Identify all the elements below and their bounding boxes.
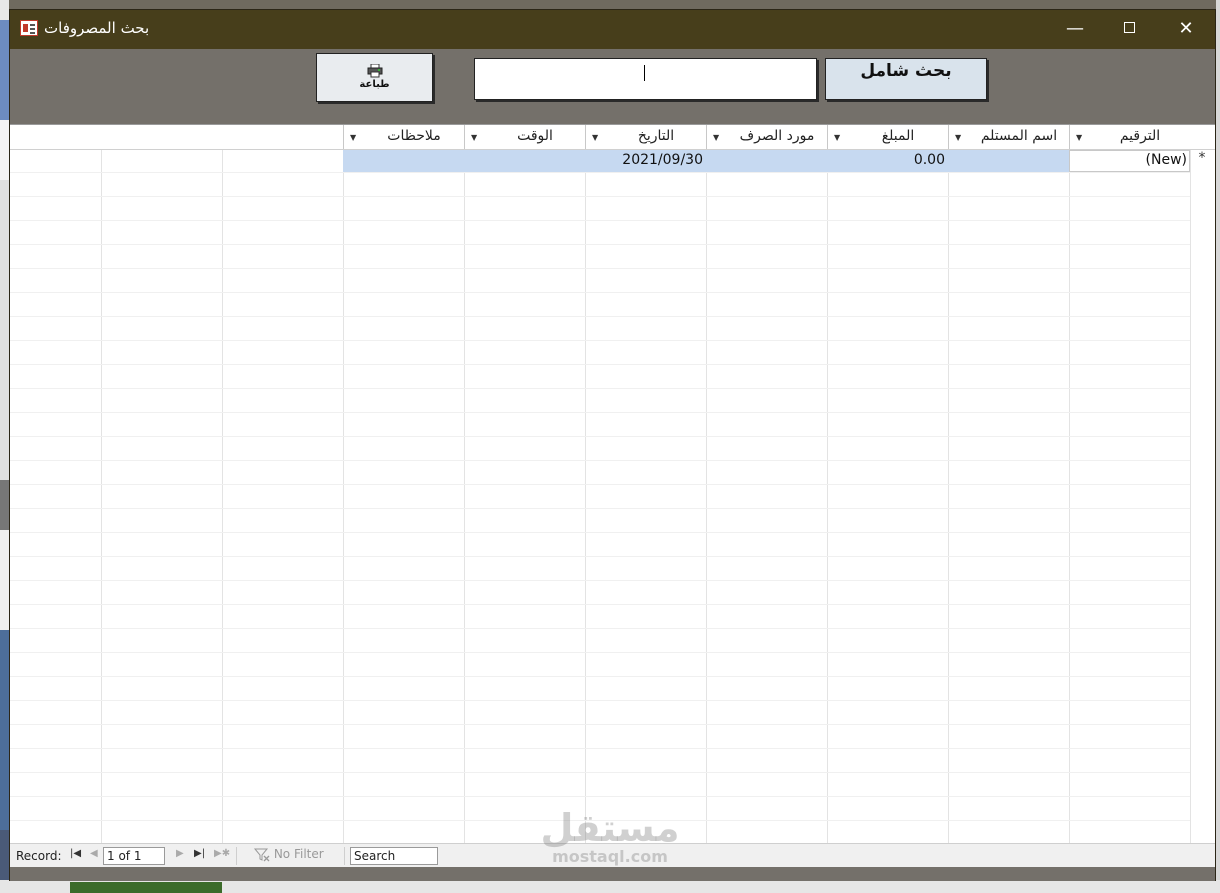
next-record-icon[interactable]: ▶: [176, 848, 184, 859]
row-gridline: [10, 364, 1190, 365]
dropdown-arrow-icon[interactable]: ▼: [955, 133, 961, 142]
dropdown-arrow-icon[interactable]: ▼: [471, 133, 477, 142]
maximize-icon: [1123, 22, 1135, 33]
column-label: التاريخ: [637, 128, 675, 144]
row-gridline: [10, 316, 1190, 317]
row-gridline: [10, 652, 1190, 653]
status-bar: [10, 867, 1215, 881]
first-record-icon[interactable]: |◀: [70, 848, 81, 859]
nav-separator: [236, 847, 237, 865]
full-search-button[interactable]: بحث شامل: [825, 58, 987, 100]
background-green-element: [70, 882, 222, 893]
column-label: اسم المستلم: [980, 128, 1058, 144]
row-gridline: [10, 292, 1190, 293]
new-record-id: (New): [1145, 152, 1187, 168]
column-header-notes[interactable]: ملاحظات ▼: [343, 125, 464, 149]
row-gridline: [10, 388, 1190, 389]
column-header-recipient[interactable]: اسم المستلم ▼: [948, 125, 1069, 149]
no-filter-label: No Filter: [273, 847, 324, 861]
amount-cell[interactable]: 0.00: [830, 152, 945, 168]
row-gridline: [10, 604, 1190, 605]
search-input[interactable]: [474, 58, 817, 100]
form-header: طباعة بحث شامل: [10, 49, 1215, 124]
title-bar: بحث المصروفات — ✕: [10, 10, 1215, 49]
row-gridline: [10, 556, 1190, 557]
row-gridline: [10, 196, 1190, 197]
print-label: طباعة: [359, 79, 390, 90]
row-gridline: [10, 700, 1190, 701]
filter-toggle[interactable]: No Filter: [254, 847, 324, 862]
row-gridline: [10, 268, 1190, 269]
column-header-expense-source[interactable]: مورد الصرف ▼: [706, 125, 827, 149]
new-record-icon[interactable]: ▶✱: [214, 848, 230, 859]
no-filter-icon: [254, 848, 270, 861]
date-cell[interactable]: 2021/09/30: [588, 152, 703, 168]
last-record-icon[interactable]: ▶|: [194, 848, 205, 859]
current-record-field[interactable]: 1 of 1: [103, 847, 165, 865]
row-gridline: [10, 460, 1190, 461]
column-label: المبلغ: [881, 128, 915, 144]
row-gridline: [10, 412, 1190, 413]
print-button[interactable]: طباعة: [316, 53, 433, 102]
row-gridline: [10, 532, 1190, 533]
dropdown-arrow-icon[interactable]: ▼: [350, 133, 356, 142]
new-record-row[interactable]: [343, 150, 1069, 172]
column-label: مورد الصرف: [739, 128, 815, 144]
column-label: ملاحظات: [387, 128, 441, 144]
column-header-date[interactable]: التاريخ ▼: [585, 125, 706, 149]
row-gridline: [10, 244, 1190, 245]
dropdown-arrow-icon[interactable]: ▼: [713, 133, 719, 142]
column-header-amount[interactable]: المبلغ ▼: [827, 125, 948, 149]
column-label: الترقيم: [1119, 128, 1161, 144]
row-gridline: [10, 772, 1190, 773]
row-gridline: [10, 676, 1190, 677]
row-gridline: [10, 436, 1190, 437]
background-right-strip: [1216, 0, 1220, 893]
column-label: الوقت: [517, 128, 553, 144]
printer-icon: [367, 64, 383, 78]
window-title: بحث المصروفات: [44, 19, 150, 37]
row-gridline: [10, 508, 1190, 509]
record-search-box[interactable]: Search: [350, 847, 438, 865]
row-gridline: [10, 748, 1190, 749]
dropdown-arrow-icon[interactable]: ▼: [592, 133, 598, 142]
dropdown-arrow-icon[interactable]: ▼: [1076, 133, 1082, 142]
close-button[interactable]: ✕: [1163, 10, 1209, 49]
column-header-time[interactable]: الوقت ▼: [464, 125, 585, 149]
maximize-button[interactable]: [1106, 10, 1152, 49]
vertical-scrollbar[interactable]: [1190, 172, 1215, 844]
row-gridline: [10, 580, 1190, 581]
form-window: بحث المصروفات — ✕ طباعة بحث شامل الترقيم…: [9, 9, 1216, 881]
new-record-selector[interactable]: *: [1190, 150, 1214, 172]
background-left-strip: [0, 0, 9, 893]
watermark-latin: mostaql.com: [552, 847, 668, 866]
row-gridline: [10, 724, 1190, 725]
minimize-button[interactable]: —: [1052, 10, 1098, 49]
row-gridline: [10, 220, 1190, 221]
column-header-id[interactable]: الترقيم ▼: [1069, 125, 1190, 149]
nav-separator: [344, 847, 345, 865]
row-gridline: [10, 484, 1190, 485]
record-label: Record:: [16, 849, 62, 863]
row-gridline: [10, 172, 1190, 173]
watermark-arabic: مستقل: [540, 806, 680, 850]
row-gridline: [10, 628, 1190, 629]
row-gridline: [10, 796, 1190, 797]
form-icon: [20, 20, 38, 36]
datasheet: الترقيم ▼ اسم المستلم ▼ المبلغ ▼ مورد ال…: [10, 124, 1215, 844]
previous-record-icon[interactable]: ◀: [90, 848, 98, 859]
watermark: مستقل mostaql.com: [535, 808, 685, 866]
dropdown-arrow-icon[interactable]: ▼: [834, 133, 840, 142]
text-caret: [644, 65, 645, 81]
row-gridline: [10, 340, 1190, 341]
